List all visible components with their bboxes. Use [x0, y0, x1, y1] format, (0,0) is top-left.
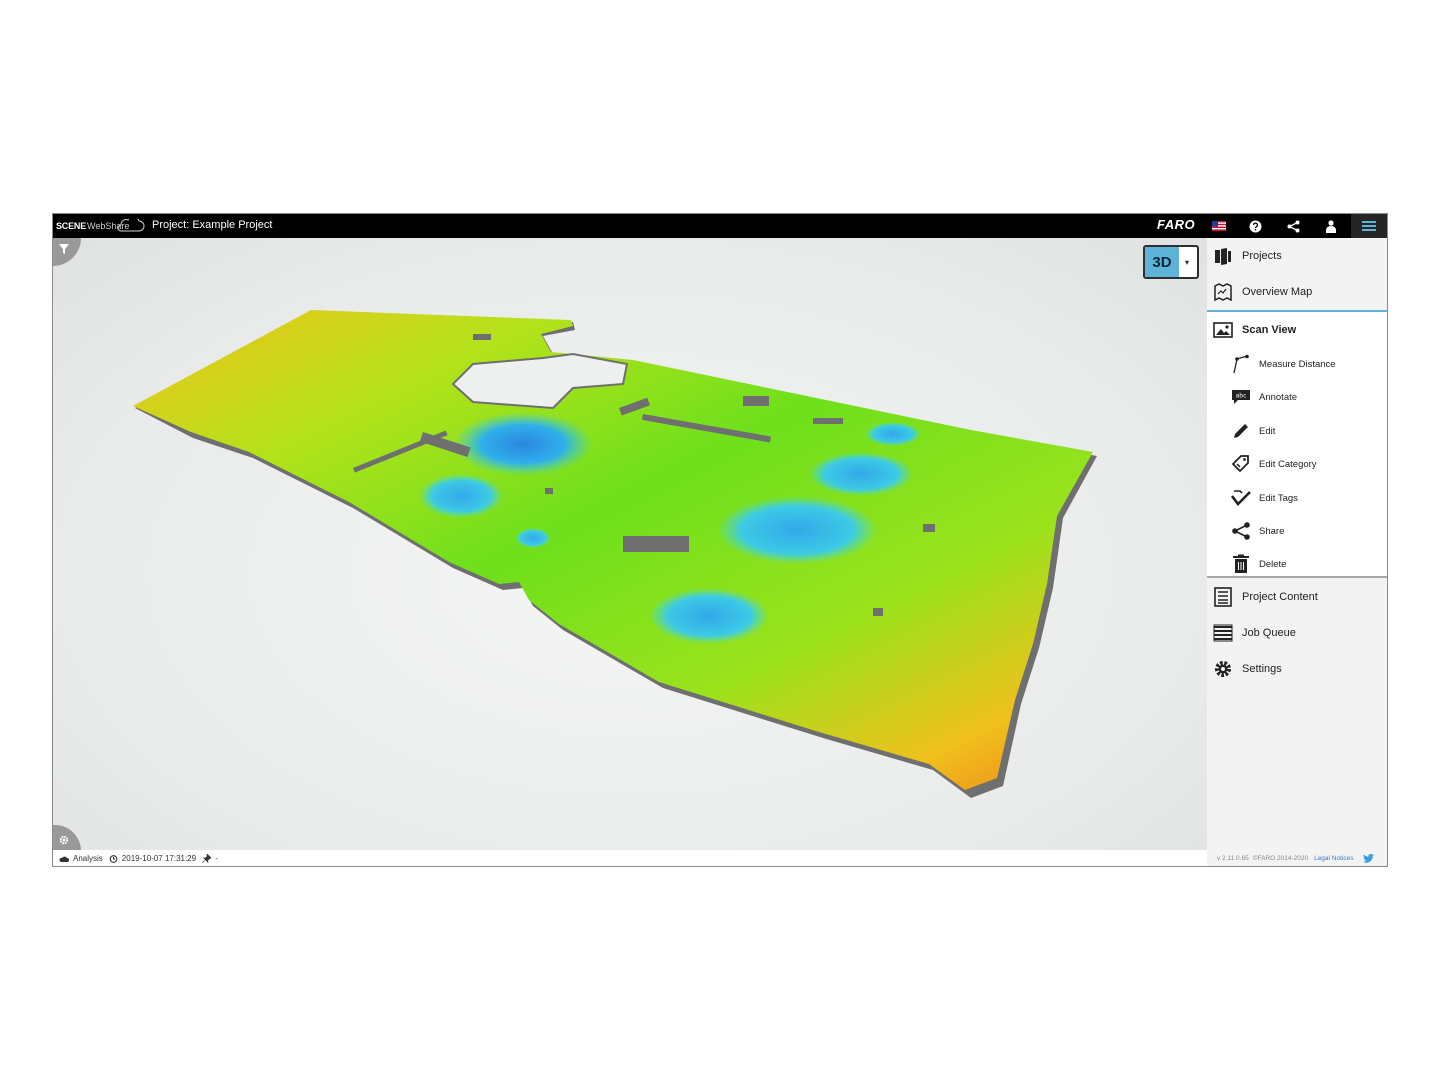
view-mode-dropdown[interactable]: 3D ▾	[1143, 245, 1199, 279]
help-button[interactable]	[1237, 214, 1273, 238]
main-menu-button[interactable]	[1351, 214, 1387, 238]
status-pin-value: -	[215, 854, 218, 863]
map-icon	[1214, 283, 1232, 302]
status-bar: Analysis 2019-10-07 17:31:29 -	[53, 850, 1207, 866]
menu-label: Edit	[1259, 425, 1276, 437]
side-menu: Projects Overview Map Scan View Measure …	[1207, 238, 1387, 866]
chevron-down-icon: ▾	[1184, 257, 1189, 267]
annotate-speech-bubble-icon: abc	[1232, 390, 1250, 404]
annotate-badge-text: abc	[1236, 393, 1247, 400]
menu-item-delete[interactable]: Delete	[1207, 546, 1387, 582]
scan-3d-viewport[interactable]: 3D ▾	[53, 238, 1207, 851]
share-icon	[1287, 220, 1299, 232]
menu-label: Job Queue	[1242, 627, 1296, 639]
menu-item-projects[interactable]: Projects	[1207, 238, 1387, 274]
status-source: Analysis	[73, 854, 103, 863]
user-button[interactable]	[1313, 214, 1349, 238]
queue-stack-icon	[1213, 624, 1233, 642]
menu-item-scan-view[interactable]: Scan View	[1207, 312, 1387, 348]
menu-label: Overview Map	[1242, 286, 1313, 298]
version-text: v 2.11.0.65	[1217, 855, 1249, 862]
webshare-app-window: SCENE WebShare Project: Example Project …	[52, 213, 1388, 867]
scene-webshare-logo[interactable]: SCENE WebShare	[56, 218, 145, 234]
share-button[interactable]	[1275, 214, 1311, 238]
cloud-icon	[59, 856, 69, 862]
language-button[interactable]	[1201, 214, 1237, 238]
menu-item-project-content[interactable]: Project Content	[1207, 579, 1387, 615]
point-cloud-heatmap[interactable]	[53, 238, 1207, 850]
menu-item-job-queue[interactable]: Job Queue	[1207, 615, 1387, 651]
measure-distance-icon	[1233, 354, 1249, 374]
menu-label: Settings	[1242, 663, 1282, 675]
menu-item-share[interactable]: Share	[1207, 513, 1387, 549]
share-icon	[1232, 522, 1250, 540]
alarm-clock-icon	[109, 855, 118, 863]
tags-check-icon	[1231, 490, 1251, 506]
twitter-bird-icon[interactable]	[1363, 854, 1375, 863]
us-flag-icon	[1212, 221, 1226, 231]
menu-label: Project Content	[1242, 591, 1318, 603]
menu-item-annotate[interactable]: abc Annotate	[1207, 379, 1387, 415]
menu-label: Scan View	[1242, 324, 1297, 336]
faro-logo: FARO	[1157, 217, 1196, 232]
view-mode-value: 3D	[1145, 247, 1179, 277]
tag-category-icon	[1231, 455, 1249, 473]
top-bar: SCENE WebShare Project: Example Project …	[53, 214, 1387, 238]
pencil-icon	[1234, 424, 1248, 438]
filter-funnel-icon	[59, 244, 69, 254]
hamburger-menu-icon	[1362, 221, 1376, 231]
help-icon	[1249, 220, 1261, 232]
project-title: Project: Example Project	[152, 219, 273, 231]
user-icon	[1326, 219, 1336, 233]
menu-item-edit[interactable]: Edit	[1207, 413, 1387, 449]
logo-scene-text: SCENE	[56, 221, 87, 231]
menu-item-settings[interactable]: Settings	[1207, 651, 1387, 687]
menu-item-overview-map[interactable]: Overview Map	[1207, 274, 1387, 310]
trash-icon	[1233, 554, 1249, 573]
legal-notices-link[interactable]: Legal Notices	[1314, 855, 1353, 862]
pin-icon	[202, 854, 212, 863]
menu-label: Annotate	[1259, 391, 1298, 403]
image-icon	[1213, 322, 1233, 338]
menu-label: Share	[1259, 525, 1285, 537]
status-datetime: 2019-10-07 17:31:29	[121, 854, 197, 863]
list-document-icon	[1214, 587, 1232, 607]
menu-label: Delete	[1259, 558, 1287, 570]
gear-icon	[59, 835, 69, 845]
sidebar-footer: v 2.11.0.65 ©FARO 2014-2020 Legal Notice…	[1207, 850, 1387, 866]
menu-label: Projects	[1242, 250, 1282, 262]
menu-label: Edit Category	[1259, 458, 1317, 470]
copyright-text: ©FARO 2014-2020	[1252, 855, 1309, 862]
projects-book-icon	[1215, 248, 1231, 265]
menu-item-measure-distance[interactable]: Measure Distance	[1207, 346, 1387, 382]
gear-icon	[1215, 661, 1231, 677]
menu-item-edit-tags[interactable]: Edit Tags	[1207, 480, 1387, 516]
menu-item-edit-category[interactable]: Edit Category	[1207, 446, 1387, 482]
cloud-icon	[117, 219, 145, 232]
scan-view-section: Scan View Measure Distance abc Annotate	[1207, 310, 1387, 578]
menu-label: Edit Tags	[1259, 492, 1298, 504]
menu-label: Measure Distance	[1259, 358, 1336, 370]
